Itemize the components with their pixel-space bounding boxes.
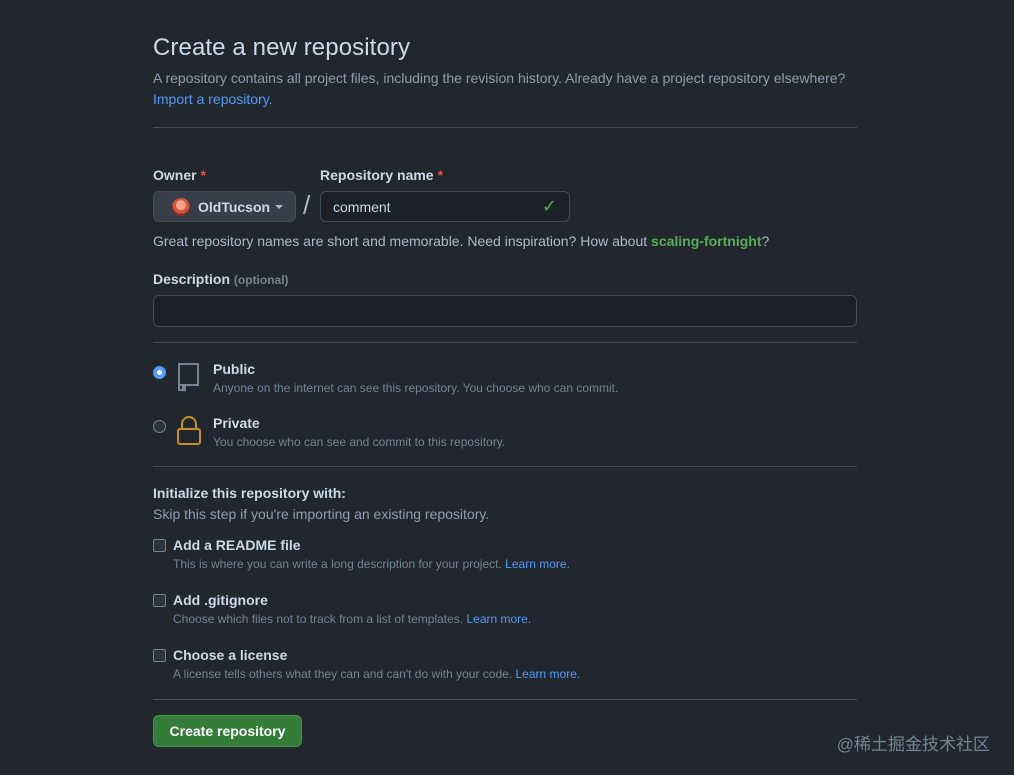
page-title: Create a new repository bbox=[153, 34, 411, 61]
license-learn-more-link[interactable]: Learn more. bbox=[516, 667, 581, 681]
gitignore-learn-more-link[interactable]: Learn more. bbox=[466, 612, 531, 626]
avatar bbox=[172, 197, 190, 216]
owner-value: OldTucson bbox=[198, 198, 271, 215]
license-checkbox[interactable] bbox=[153, 649, 166, 662]
repo-name-value: comment bbox=[333, 198, 391, 215]
readme-desc: This is where you can write a long descr… bbox=[173, 557, 570, 571]
hint-text: Great repository names are short and mem… bbox=[153, 233, 648, 249]
divider bbox=[153, 699, 857, 700]
gitignore-desc: Choose which files not to track from a l… bbox=[173, 612, 531, 626]
repo-name-input[interactable]: comment ✓ bbox=[320, 191, 570, 222]
divider bbox=[153, 466, 857, 467]
required-mark: * bbox=[200, 167, 207, 183]
description-label: Description (optional) bbox=[153, 271, 289, 287]
check-icon: ✓ bbox=[541, 196, 557, 216]
readme-learn-more-link[interactable]: Learn more. bbox=[505, 557, 570, 571]
readme-checkbox[interactable] bbox=[153, 539, 166, 552]
import-repository-link[interactable]: Import a repository. bbox=[153, 91, 273, 107]
public-title: Public bbox=[213, 361, 256, 377]
readme-title: Add a README file bbox=[173, 537, 301, 553]
divider bbox=[153, 342, 857, 343]
create-repository-button[interactable]: Create repository bbox=[153, 715, 302, 747]
subtitle-text: A repository contains all project files,… bbox=[153, 70, 846, 86]
gitignore-title: Add .gitignore bbox=[173, 592, 268, 608]
description-label-text: Description bbox=[153, 271, 231, 287]
private-desc: You choose who can see and commit to thi… bbox=[213, 435, 506, 449]
hint-suffix: ? bbox=[761, 233, 770, 249]
repo-icon bbox=[178, 363, 199, 392]
readme-desc-text: This is where you can write a long descr… bbox=[173, 557, 502, 571]
owner-dropdown[interactable]: OldTucson bbox=[153, 191, 296, 222]
repo-name-label: Repository name * bbox=[320, 167, 443, 183]
license-desc-text: A license tells others what they can and… bbox=[173, 667, 513, 681]
license-desc: A license tells others what they can and… bbox=[173, 667, 580, 681]
gitignore-checkbox[interactable] bbox=[153, 594, 166, 607]
private-radio[interactable] bbox=[153, 420, 166, 433]
description-input[interactable] bbox=[153, 295, 857, 327]
lock-icon bbox=[177, 416, 201, 445]
caret-down-icon bbox=[275, 204, 284, 209]
name-suggestion[interactable]: scaling-fortnight bbox=[651, 233, 761, 249]
page-subtitle: A repository contains all project files,… bbox=[153, 68, 853, 110]
public-desc: Anyone on the internet can see this repo… bbox=[213, 381, 619, 395]
init-title: Initialize this repository with: bbox=[153, 485, 346, 501]
name-hint: Great repository names are short and mem… bbox=[153, 233, 769, 249]
license-title: Choose a license bbox=[173, 647, 288, 663]
private-title: Private bbox=[213, 415, 260, 431]
public-radio[interactable] bbox=[153, 366, 166, 379]
owner-repo-separator: / bbox=[303, 190, 311, 220]
init-subtitle: Skip this step if you're importing an ex… bbox=[153, 506, 490, 522]
owner-label: Owner * bbox=[153, 167, 206, 183]
repo-name-label-text: Repository name bbox=[320, 167, 434, 183]
optional-tag: (optional) bbox=[233, 273, 289, 287]
required-mark: * bbox=[437, 167, 444, 183]
gitignore-desc-text: Choose which files not to track from a l… bbox=[173, 612, 464, 626]
owner-label-text: Owner bbox=[153, 167, 197, 183]
divider bbox=[153, 127, 857, 128]
watermark: @稀土掘金技术社区 bbox=[836, 735, 990, 754]
